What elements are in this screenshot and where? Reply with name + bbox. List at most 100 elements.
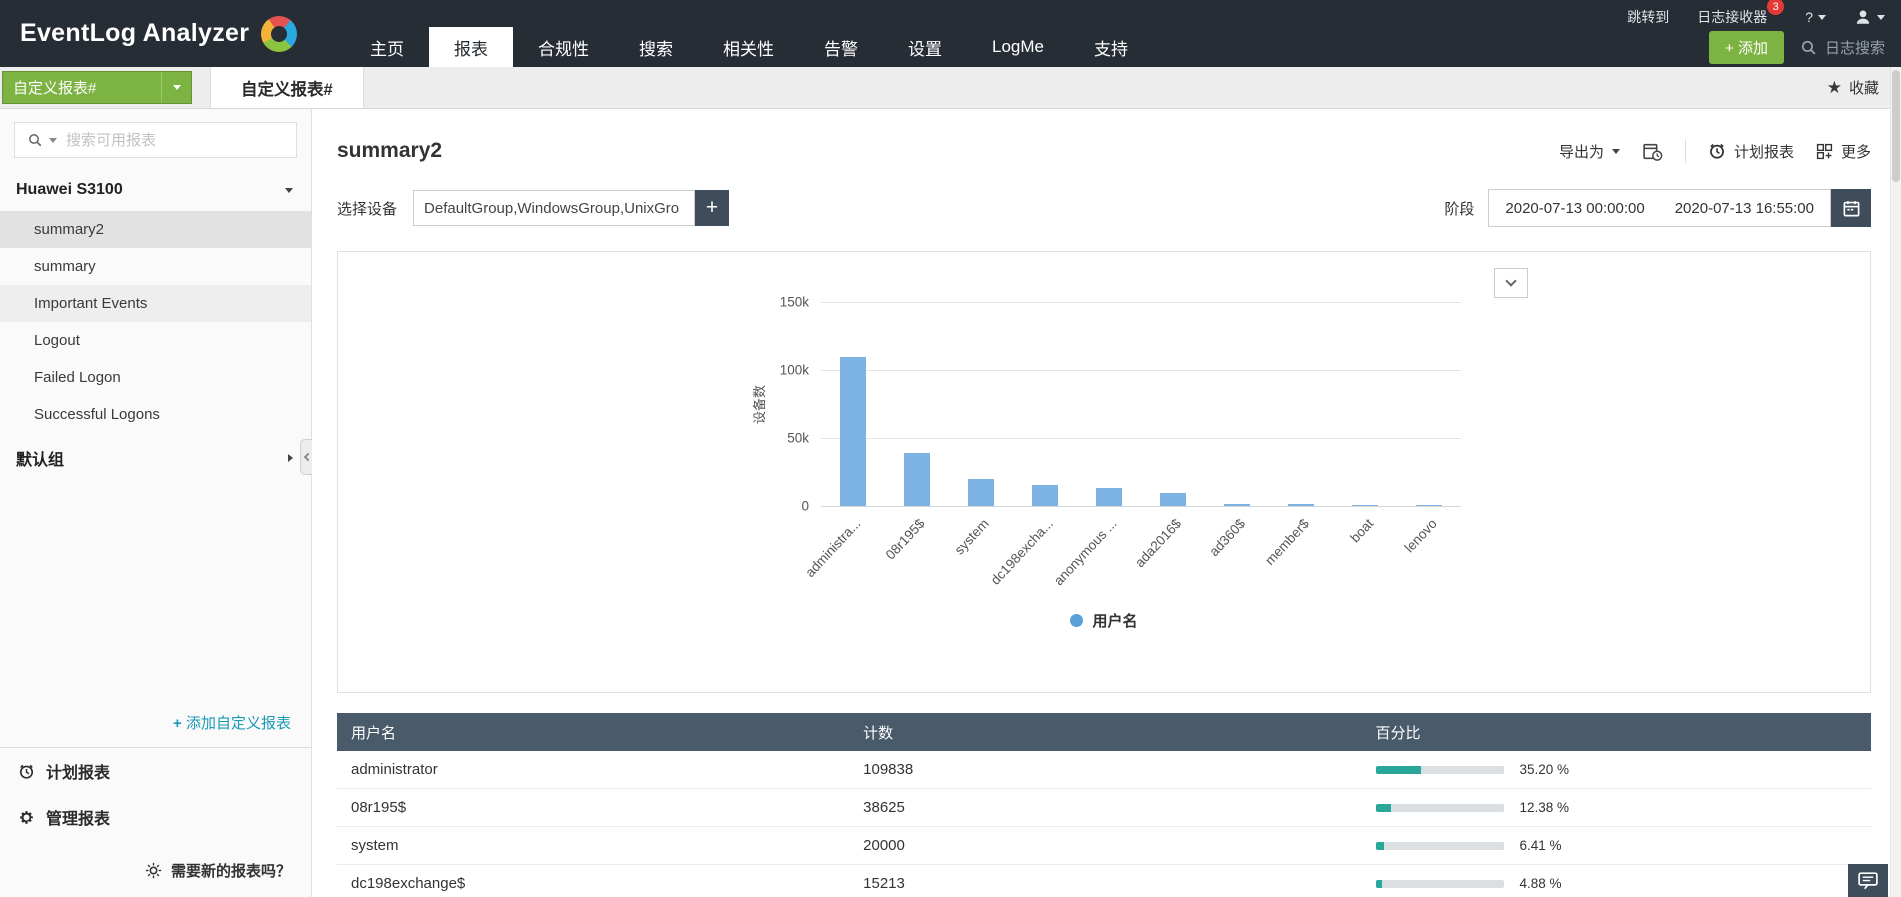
report-header: summary2 导出为 计划报表 更多 xyxy=(337,139,1871,163)
schedule-report-button[interactable]: 计划报表 xyxy=(1708,141,1794,162)
percent-bar xyxy=(1375,841,1504,850)
legend-dot xyxy=(1070,614,1084,627)
help-label: ? xyxy=(1805,9,1813,25)
nav-item-compliance[interactable]: 合规性 xyxy=(513,27,614,67)
select-device-label: 选择设备 xyxy=(337,200,398,218)
sidebar-item-summary[interactable]: summary xyxy=(0,248,311,285)
add-custom-report-link[interactable]: + 添加自定义报表 xyxy=(0,702,311,748)
chevron-down-icon xyxy=(1877,14,1885,20)
nav-item-logme[interactable]: LogMe xyxy=(967,27,1069,67)
chart-collapse-button[interactable] xyxy=(1494,268,1528,298)
chart-bar xyxy=(904,453,930,506)
x-tick-label: 08r195$ xyxy=(883,516,928,563)
sun-idea-icon xyxy=(145,862,162,879)
scrollbar-thumb[interactable] xyxy=(1892,70,1900,182)
topbar-action-row: + 添加 日志搜索 xyxy=(1709,30,1885,64)
manage-reports-label: 管理报表 xyxy=(46,811,111,828)
cell-count: 20000 xyxy=(863,837,905,854)
chevron-down-icon xyxy=(1818,14,1826,20)
x-tick-label: boat xyxy=(1347,516,1376,546)
nav-item-settings[interactable]: 设置 xyxy=(883,27,967,67)
report-actions: 导出为 计划报表 更多 xyxy=(1559,139,1871,163)
sidebar-manage-reports[interactable]: 管理报表 xyxy=(0,794,311,840)
export-as-dropdown[interactable]: 导出为 xyxy=(1559,141,1620,162)
more-button[interactable]: 更多 xyxy=(1816,141,1871,162)
search-icon xyxy=(1801,40,1816,55)
device-group-header[interactable]: Huawei S3100 xyxy=(0,168,311,211)
divider xyxy=(1684,139,1686,163)
y-tick: 0 xyxy=(801,498,809,514)
jump-to-link[interactable]: 跳转到 xyxy=(1627,7,1669,27)
nav-item-search[interactable]: 搜索 xyxy=(614,27,698,67)
main-nav: 主页 报表 合规性 搜索 相关性 告警 设置 LogMe 支持 xyxy=(345,27,1153,67)
report-group-dropdown[interactable]: 自定义报表# xyxy=(2,71,192,104)
chart-legend[interactable]: 用户名 xyxy=(338,610,1870,631)
sidebar: Huawei S3100 summary2 summary Important … xyxy=(0,109,312,897)
period-label: 阶段 xyxy=(1444,200,1475,218)
chart-bar xyxy=(840,356,866,506)
sidebar-item-successful-logons[interactable]: Successful Logons xyxy=(0,396,311,433)
cell-username: administrator xyxy=(351,761,438,778)
nav-item-alerts[interactable]: 告警 xyxy=(799,27,883,67)
nav-item-correlation[interactable]: 相关性 xyxy=(698,27,799,67)
percent-fill xyxy=(1375,841,1384,850)
log-receiver-link[interactable]: 日志接收器 3 xyxy=(1697,0,1785,27)
export-history-icon xyxy=(1643,143,1663,161)
cell-username: dc198exchange$ xyxy=(351,875,466,892)
chevron-down-icon xyxy=(49,137,57,143)
topbar-utility-row: 跳转到 日志接收器 3 ? xyxy=(1627,0,1885,30)
favorite-button[interactable]: ★ 收藏 xyxy=(1827,67,1879,108)
user-icon xyxy=(1856,10,1870,24)
calendar-icon xyxy=(1843,200,1859,216)
table-row: dc198exchange$ 15213 4.88 % xyxy=(337,865,1871,897)
need-new-reports-link[interactable]: 需要新的报表吗？ xyxy=(0,840,311,897)
default-group-header[interactable]: 默认组 xyxy=(0,433,311,482)
export-history-button[interactable] xyxy=(1642,141,1663,162)
date-range-picker[interactable]: 2020-07-13 00:00:00 2020-07-13 16:55:00 xyxy=(1488,189,1831,227)
help-menu[interactable]: ? xyxy=(1805,9,1826,25)
log-receiver-label: 日志接收器 xyxy=(1697,9,1768,25)
page-title: summary2 xyxy=(337,139,443,162)
add-button[interactable]: + 添加 xyxy=(1709,30,1784,64)
plot-area xyxy=(821,302,1461,507)
nav-item-support[interactable]: 支持 xyxy=(1069,27,1153,67)
device-input[interactable] xyxy=(413,190,696,226)
feedback-chat-button[interactable] xyxy=(1848,864,1888,897)
sidebar-item-failed-logon[interactable]: Failed Logon xyxy=(0,359,311,396)
sidebar-scheduled-reports[interactable]: 计划报表 xyxy=(0,748,311,794)
cell-count: 15213 xyxy=(863,875,905,892)
sidebar-collapse-handle[interactable] xyxy=(300,439,312,475)
report-search-input[interactable] xyxy=(66,131,284,149)
cell-percent: 12.38 % xyxy=(1519,800,1570,815)
sidebar-item-logout[interactable]: Logout xyxy=(0,322,311,359)
alarm-clock-icon xyxy=(1710,143,1724,159)
tab-custom-reports[interactable]: 自定义报表# xyxy=(210,67,364,108)
scrollbar-track[interactable] xyxy=(1890,67,1901,897)
app-logo[interactable]: EventLog Analyzer xyxy=(0,0,345,67)
x-tick-label: ad360$ xyxy=(1206,516,1248,560)
need-new-reports-label: 需要新的报表吗？ xyxy=(170,863,291,880)
page: EventLog Analyzer 主页 报表 合规性 搜索 相关性 告警 设置… xyxy=(0,0,1901,897)
user-menu[interactable] xyxy=(1854,8,1885,26)
cell-percent: 6.41 % xyxy=(1519,838,1562,853)
body: Huawei S3100 summary2 summary Important … xyxy=(0,109,1901,897)
sidebar-item-summary2[interactable]: summary2 xyxy=(0,211,311,248)
more-icon xyxy=(1816,143,1833,159)
x-tick-label: system xyxy=(951,516,992,558)
export-as-label: 导出为 xyxy=(1558,143,1604,161)
nav-item-home[interactable]: 主页 xyxy=(345,27,429,67)
schedule-report-label: 计划报表 xyxy=(1733,143,1794,161)
add-device-button[interactable]: + xyxy=(695,190,730,226)
nav-item-reports[interactable]: 报表 xyxy=(429,27,513,67)
sidebar-item-important-events[interactable]: Important Events xyxy=(0,285,311,322)
report-search-box xyxy=(14,122,297,158)
device-group-label: Huawei S3100 xyxy=(16,181,123,198)
filter-row: 选择设备 + 阶段 2020-07-13 00:00:00 2020-07-13… xyxy=(337,189,1871,227)
y-tick: 100k xyxy=(779,362,809,378)
calendar-button[interactable] xyxy=(1831,189,1871,227)
search-icon xyxy=(29,134,42,147)
cell-percent: 35.20 % xyxy=(1519,762,1570,777)
log-search-link[interactable]: 日志搜索 xyxy=(1800,37,1885,58)
app-logo-text: EventLog Analyzer xyxy=(20,19,250,47)
scheduled-reports-label: 计划报表 xyxy=(46,765,111,782)
